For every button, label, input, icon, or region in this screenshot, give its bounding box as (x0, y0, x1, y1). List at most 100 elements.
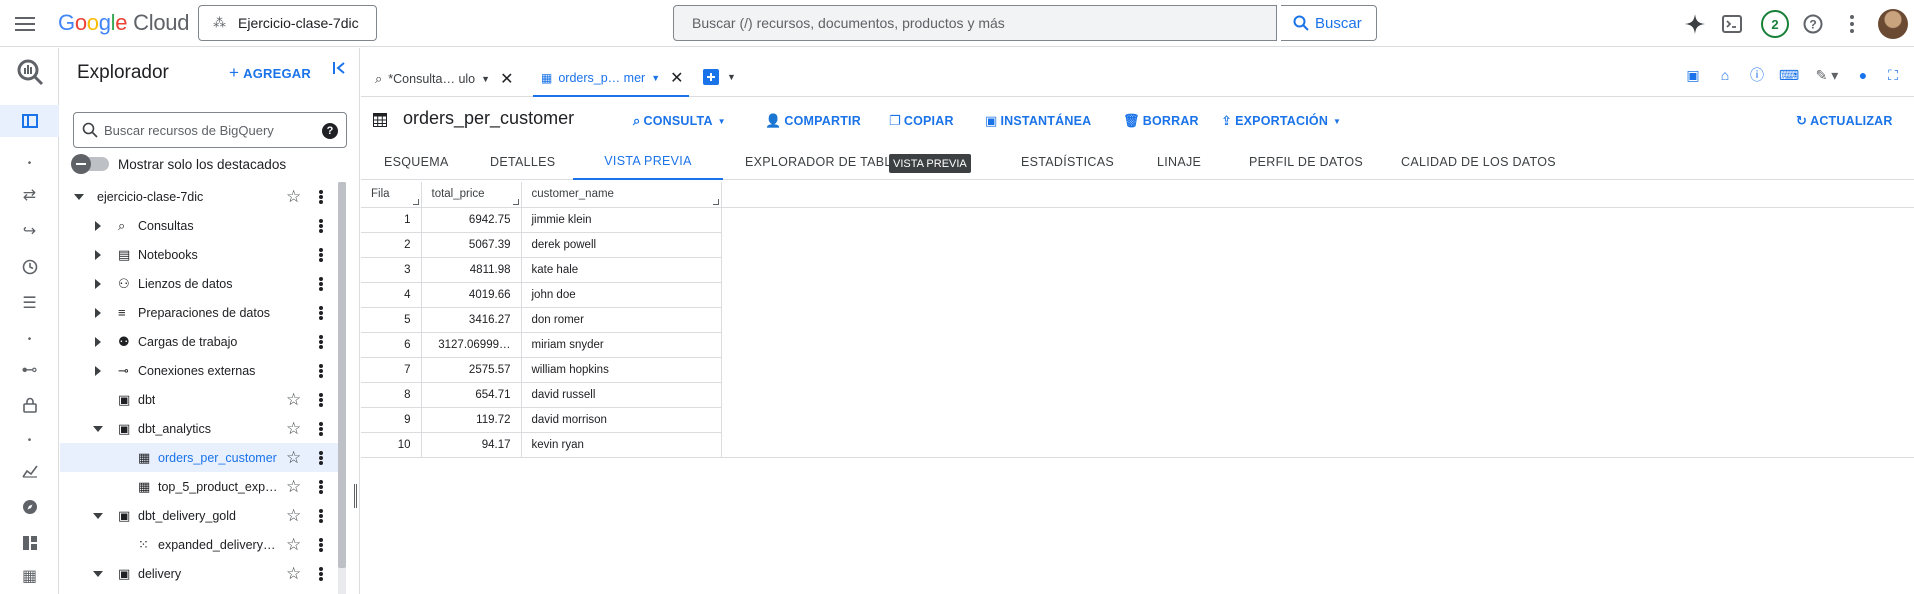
gemini-icon[interactable] (1682, 11, 1708, 37)
chevron-down-icon[interactable]: ▼ (651, 73, 660, 83)
node-menu-icon[interactable] (315, 362, 327, 380)
node-menu-icon[interactable] (315, 391, 327, 409)
bigquery-logo-icon[interactable] (0, 50, 59, 94)
tree-node[interactable]: ▣ delivery ☆ (60, 559, 346, 588)
fullscreen-icon[interactable]: ⛶ (1877, 66, 1909, 84)
dashboard-icon[interactable] (0, 527, 59, 559)
transfers-icon[interactable]: ⇄ (0, 179, 59, 211)
caret-down-icon[interactable] (93, 424, 103, 434)
tree-node[interactable]: ▣ dbt_delivery_gold ☆ (60, 501, 346, 530)
magic-wand-icon[interactable]: ✎ ▾ (1805, 66, 1849, 84)
tree-node[interactable]: ▦ top_5_product_expe… ☆ (60, 472, 346, 501)
main-menu-icon[interactable] (12, 12, 38, 36)
total-price-cell[interactable]: 2575.57 (421, 357, 522, 383)
node-menu-icon[interactable] (315, 333, 327, 351)
tab-preview[interactable]: VISTA PREVIA (573, 144, 723, 180)
node-menu-icon[interactable] (315, 449, 327, 467)
home-icon[interactable]: ⌂ (1709, 66, 1741, 84)
explorer-search-input[interactable]: Buscar recursos de BigQuery ? (73, 112, 347, 148)
search-input[interactable]: Buscar (/) recursos, documentos, product… (673, 5, 1277, 41)
tab-query[interactable]: ⌕ *Consulta… ulo ▼ ✕ (375, 61, 529, 97)
panel-resize-handle[interactable] (354, 484, 357, 508)
tab-details[interactable]: DETALLES (468, 144, 577, 180)
row-number-cell[interactable]: 9 (361, 407, 422, 433)
data-transfer-icon[interactable]: ⊷ (0, 354, 59, 386)
node-menu-icon[interactable] (315, 275, 327, 293)
query-button[interactable]: ⌕ CONSULTA ▼ (633, 113, 726, 129)
studio-icon[interactable] (0, 105, 59, 137)
close-icon[interactable]: ✕ (500, 69, 513, 89)
customer-name-cell[interactable]: david morrison (521, 407, 722, 433)
add-button[interactable]: + AGREGAR (229, 63, 311, 83)
keyboard-icon[interactable]: ⌨ (1773, 66, 1805, 84)
chevron-down-icon[interactable]: ▼ (481, 74, 490, 84)
starred-only-toggle[interactable] (71, 154, 109, 174)
total-price-cell[interactable]: 4811.98 (421, 257, 522, 283)
schedule-icon[interactable]: ▣ (1677, 66, 1709, 84)
refresh-button[interactable]: ↻ ACTUALIZAR (1796, 113, 1893, 129)
notifications-badge[interactable]: 2 (1761, 10, 1789, 38)
customer-name-cell[interactable]: william hopkins (521, 357, 722, 383)
caret-right-icon[interactable] (93, 249, 103, 260)
customer-name-cell[interactable]: derek powell (521, 232, 722, 258)
table-nav-icon[interactable]: ▦ (0, 560, 59, 592)
close-icon[interactable]: ✕ (670, 68, 683, 88)
tree-node[interactable]: ⁙ expanded_delivery_e… ☆ (60, 530, 346, 559)
node-menu-icon[interactable] (315, 536, 327, 554)
export-button[interactable]: ⇪ EXPORTACIÓN ▼ (1221, 113, 1341, 129)
tab-table-explorer[interactable]: EXPLORADOR DE TABLAS (745, 144, 909, 180)
tree-node[interactable]: ⚉ Cargas de trabajo (60, 327, 346, 356)
caret-right-icon[interactable] (93, 307, 103, 318)
customer-name-cell[interactable]: john doe (521, 282, 722, 308)
tree-node[interactable]: ⊸ Conexiones externas (60, 356, 346, 385)
tree-node[interactable]: ≡ Preparaciones de datos (60, 298, 346, 327)
star-icon[interactable]: ☆ (286, 448, 301, 468)
customer-name-cell[interactable]: david russell (521, 382, 722, 408)
caret-right-icon[interactable] (93, 278, 103, 289)
tab-lineage[interactable]: LINAJE (1157, 144, 1201, 180)
pipelines-icon[interactable]: ↪ (0, 215, 59, 247)
row-number-cell[interactable]: 8 (361, 382, 422, 408)
caret-down-icon[interactable] (74, 192, 84, 202)
caret-right-icon[interactable] (93, 336, 103, 347)
project-selector[interactable]: ⁂ Ejercicio-clase-7dic (198, 5, 377, 41)
total-price-cell[interactable]: 654.71 (421, 382, 522, 408)
user-avatar[interactable] (1878, 9, 1908, 39)
google-cloud-logo[interactable]: Google Cloud (58, 10, 189, 36)
total-price-cell[interactable]: 94.17 (421, 432, 522, 458)
node-menu-icon[interactable] (315, 304, 327, 322)
star-icon[interactable]: ☆ (286, 187, 301, 207)
chevron-down-icon[interactable]: ▼ (727, 72, 736, 82)
search-button[interactable]: Buscar (1281, 5, 1377, 41)
star-icon[interactable]: ☆ (286, 419, 301, 439)
explorer-scrollbar[interactable] (338, 182, 346, 594)
tree-node[interactable]: ⚇ Lienzos de datos (60, 269, 346, 298)
info-icon[interactable]: ⓘ (1741, 66, 1773, 84)
tab-data-quality[interactable]: CALIDAD DE LOS DATOS (1401, 144, 1556, 180)
star-icon[interactable]: ☆ (286, 564, 301, 584)
help-icon[interactable]: ? (322, 123, 338, 139)
tree-node[interactable]: ▣ dbt_analytics ☆ (60, 414, 346, 443)
tree-node[interactable]: ⌕ Consultas (60, 211, 346, 240)
tree-node[interactable]: ▣ dbt ☆ (60, 385, 346, 414)
tab-schema[interactable]: ESQUEMA (361, 144, 472, 180)
customer-name-cell[interactable]: kate hale (521, 257, 722, 283)
total-price-cell[interactable]: 3127.06999… (421, 332, 522, 358)
caret-right-icon[interactable] (93, 220, 103, 231)
tree-node[interactable]: ▤ Notebooks (60, 240, 346, 269)
node-menu-icon[interactable] (315, 420, 327, 438)
tab-data-profile[interactable]: PERFIL DE DATOS (1249, 144, 1363, 180)
scheduled-queries-icon[interactable] (0, 251, 59, 283)
new-tab-button[interactable]: ▼ (703, 66, 736, 88)
node-menu-icon[interactable] (315, 188, 327, 206)
row-number-cell[interactable]: 7 (361, 357, 422, 383)
customer-name-cell[interactable]: jimmie klein (521, 207, 722, 233)
column-header[interactable]: customer_name (521, 182, 722, 208)
monitoring-icon[interactable] (0, 455, 59, 487)
total-price-cell[interactable]: 6942.75 (421, 207, 522, 233)
star-icon[interactable]: ☆ (286, 506, 301, 526)
node-menu-icon[interactable] (315, 246, 327, 264)
caret-down-icon[interactable] (93, 569, 103, 579)
node-menu-icon[interactable] (315, 565, 327, 583)
row-number-cell[interactable]: 6 (361, 332, 422, 358)
